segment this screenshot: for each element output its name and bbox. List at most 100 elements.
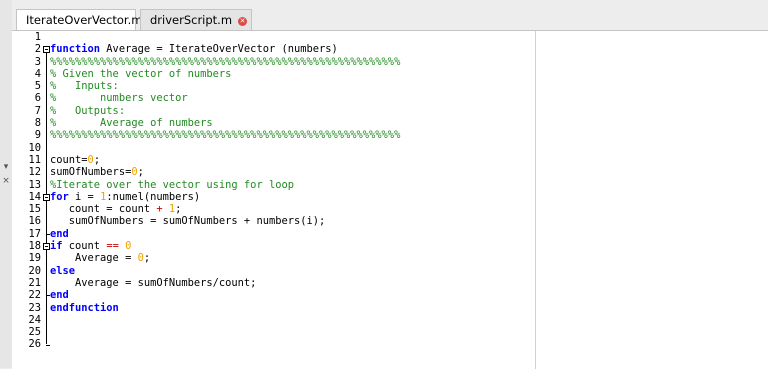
- code-line[interactable]: 20 else: [12, 265, 612, 277]
- code-token: Average = sumOfNumbers/count;: [50, 276, 257, 289]
- code-token: %%%%%%%%%%%%%%%%%%%%%%%%%%%%%%%%%%%%%%%%…: [50, 55, 401, 68]
- code-text: function Average = IterateOverVector (nu…: [50, 43, 338, 55]
- line-number: 2: [34, 43, 41, 56]
- code-line[interactable]: 11 count=0;: [12, 154, 612, 166]
- code-text: end: [50, 289, 69, 301]
- tab-driver-script[interactable]: driverScript.m ✕: [140, 9, 252, 31]
- line-number: 19: [28, 252, 41, 265]
- code-text: %Iterate over the vector using for loop: [50, 179, 294, 191]
- code-editor[interactable]: 1 2 function Average = IterateOverVector (…: [12, 30, 768, 369]
- code-line[interactable]: 1: [12, 31, 612, 43]
- code-line[interactable]: 19 Average = 0;: [12, 252, 612, 264]
- tab-iterate-over-vector[interactable]: IterateOverVector.m✕: [16, 9, 142, 46]
- line-number: 5: [34, 80, 41, 93]
- code-text: count=0;: [50, 154, 100, 166]
- line-number: 4: [34, 67, 41, 80]
- code-token: ==: [106, 240, 119, 253]
- code-line[interactable]: 5 % Inputs:: [12, 80, 612, 92]
- code-text: count = count + 1;: [50, 203, 182, 216]
- code-line[interactable]: 7 % Outputs:: [12, 105, 612, 117]
- fold-marker-icon[interactable]: [43, 193, 50, 201]
- code-token: sumOfNumbers = sumOfNumbers + numbers(i)…: [50, 215, 326, 228]
- code-token: ;: [137, 166, 144, 179]
- line-number: 21: [28, 276, 41, 289]
- code-text: for i = 1:numel(numbers): [50, 191, 200, 203]
- code-line[interactable]: 13 %Iterate over the vector using for loo…: [12, 179, 612, 191]
- code-text: %%%%%%%%%%%%%%%%%%%%%%%%%%%%%%%%%%%%%%%%…: [50, 129, 400, 141]
- code-token: % Outputs:: [50, 104, 126, 117]
- line-number: 14: [28, 190, 41, 203]
- code-lines[interactable]: 1 2 function Average = IterateOverVector (…: [12, 31, 612, 351]
- code-line[interactable]: 8 % Average of numbers: [12, 117, 612, 129]
- code-line[interactable]: 4 % Given the vector of numbers: [12, 68, 612, 80]
- code-text: Average = 0;: [50, 252, 150, 264]
- code-line[interactable]: 3%%%%%%%%%%%%%%%%%%%%%%%%%%%%%%%%%%%%%%%…: [12, 56, 612, 68]
- code-text: % Outputs:: [50, 105, 125, 117]
- code-line[interactable]: 24: [12, 314, 612, 326]
- code-text: % numbers vector: [50, 92, 188, 104]
- code-line[interactable]: 15 count = count + 1;: [12, 203, 612, 215]
- fold-marker-icon[interactable]: [43, 243, 50, 251]
- code-line[interactable]: 2 function Average = IterateOverVector (n…: [12, 43, 612, 55]
- line-number: 1: [34, 31, 41, 43]
- line-number: 20: [28, 264, 41, 277]
- line-number: 11: [28, 153, 41, 166]
- code-line[interactable]: 6 % numbers vector: [12, 92, 612, 104]
- code-token: ;: [143, 252, 151, 265]
- code-token: %Iterate over the vector using for loop: [50, 178, 294, 191]
- line-number: 24: [28, 313, 41, 326]
- dropdown-arrow-icon[interactable]: ▾: [0, 160, 12, 174]
- code-token: Average = IterateOverVector (numbers): [100, 43, 338, 56]
- line-number: 12: [28, 166, 41, 179]
- fold-marker-icon[interactable]: [43, 46, 50, 54]
- code-token: count: [62, 240, 107, 253]
- code-line[interactable]: 16 sumOfNumbers = sumOfNumbers + numbers…: [12, 215, 612, 227]
- line-number: 18: [28, 240, 41, 253]
- code-line[interactable]: 26: [12, 338, 612, 350]
- code-line[interactable]: 18 if count == 0: [12, 240, 612, 252]
- code-line[interactable]: 10: [12, 142, 612, 154]
- close-icon[interactable]: ×: [0, 174, 12, 188]
- code-text: if count == 0: [50, 240, 131, 252]
- line-number: 3: [34, 55, 41, 68]
- line-number: 9: [34, 129, 41, 142]
- line-number: 10: [28, 141, 41, 154]
- code-line[interactable]: 25: [12, 326, 612, 338]
- code-token: i =: [68, 190, 101, 203]
- code-line[interactable]: 17 end: [12, 228, 612, 240]
- code-line[interactable]: 9%%%%%%%%%%%%%%%%%%%%%%%%%%%%%%%%%%%%%%%…: [12, 129, 612, 141]
- line-number: 15: [28, 203, 41, 216]
- code-line[interactable]: 23 endfunction: [12, 302, 612, 314]
- code-line[interactable]: 14 for i = 1:numel(numbers): [12, 191, 612, 203]
- editor-tab-bar: IterateOverVector.m✕ driverScript.m ✕: [12, 6, 768, 46]
- side-icons: ▾ ×: [0, 160, 12, 188]
- line-number: 23: [28, 301, 41, 314]
- code-line[interactable]: 21 Average = sumOfNumbers/count;: [12, 277, 612, 289]
- close-icon[interactable]: ✕: [238, 17, 248, 26]
- code-text: else: [50, 265, 75, 277]
- code-line[interactable]: 22 end: [12, 289, 612, 301]
- code-token: %%%%%%%%%%%%%%%%%%%%%%%%%%%%%%%%%%%%%%%%…: [50, 129, 401, 142]
- code-text: end: [50, 228, 69, 240]
- code-token: % numbers vector: [50, 92, 188, 105]
- code-token: count=: [50, 153, 88, 166]
- code-text: endfunction: [50, 302, 119, 314]
- line-number: 22: [28, 289, 41, 302]
- fold-end: [46, 233, 50, 235]
- code-token: Average =: [50, 252, 138, 265]
- code-token: if: [50, 240, 63, 253]
- tab-label: IterateOverVector.m: [26, 13, 143, 27]
- code-token: count = count: [50, 203, 157, 216]
- fold-end: [46, 344, 50, 346]
- code-token: sumOfNumbers=: [50, 166, 132, 179]
- line-number: 25: [28, 326, 41, 339]
- line-number: 26: [28, 338, 41, 351]
- code-line[interactable]: 12 sumOfNumbers=0;: [12, 166, 612, 178]
- code-token: ;: [175, 203, 182, 216]
- code-token: endfunction: [50, 301, 119, 314]
- fold-line: [46, 250, 47, 296]
- code-token: % Given the vector of numbers: [50, 67, 232, 80]
- code-text: %%%%%%%%%%%%%%%%%%%%%%%%%%%%%%%%%%%%%%%%…: [50, 56, 400, 68]
- code-token: ;: [93, 153, 101, 166]
- line-number: 13: [28, 178, 41, 191]
